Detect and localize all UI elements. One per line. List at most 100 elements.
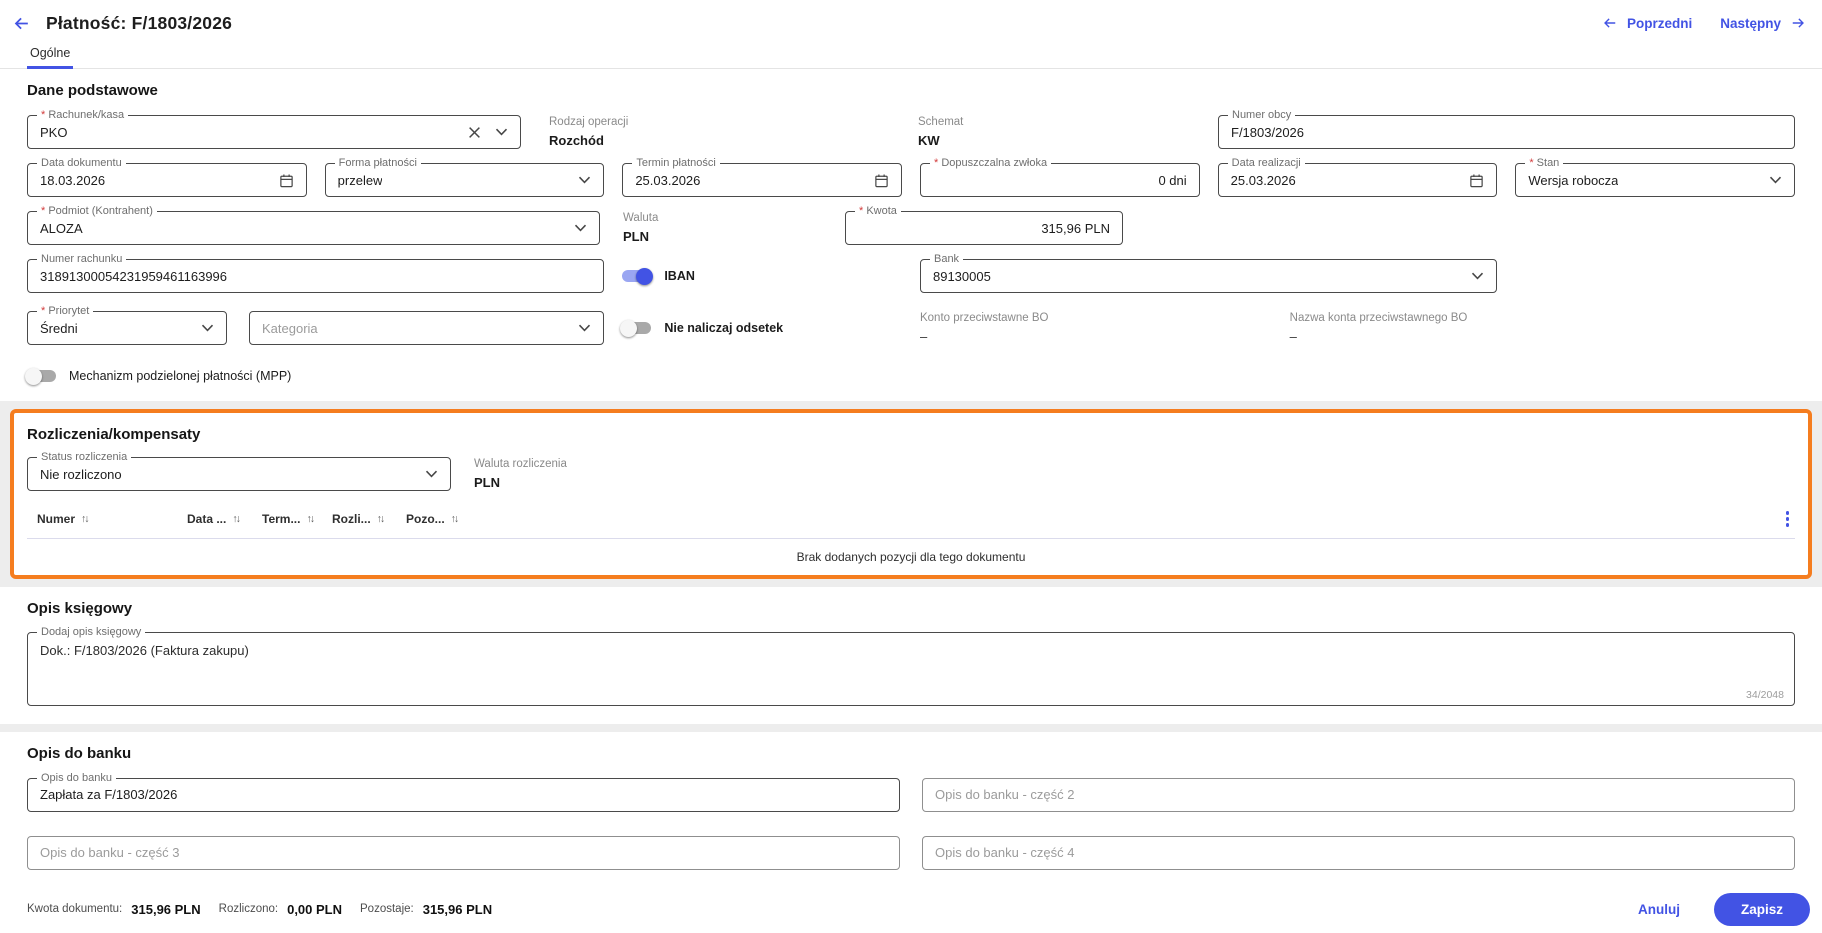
opis-ksiegowy-textarea[interactable]: Dodaj opis księgowy Dok.: F/1803/2026 (F… [27,624,1795,706]
podmiot-select[interactable]: Podmiot (Kontrahent) ALOZA [27,204,600,245]
bank-select[interactable]: Bank 89130005 [919,252,1498,293]
kwota-input[interactable]: Kwota 315,96 PLN [845,204,1123,245]
arrow-right-icon [1790,16,1806,30]
column-header-data[interactable]: Data ... ↑↓ [187,512,262,526]
numer-rachunku-input[interactable]: Numer rachunku 3189130005423195946116399… [27,252,605,293]
opis-do-banku-czesc-4-input[interactable] [922,835,1795,870]
chevron-down-icon [1471,272,1484,280]
section-title: Dane podstawowe [27,82,158,99]
opis-do-banku-czesc-2-input[interactable] [922,777,1795,812]
form-row: Priorytet Średni Kategoria [27,304,1795,345]
form-row: Status rozliczenia Nie rozliczono Waluta… [27,450,1795,491]
chevron-down-icon [578,324,591,332]
mpp-toggle[interactable]: Mechanizm podzielonej płatności (MPP) [25,367,291,385]
section-title: Opis do banku [27,744,132,762]
empty-table-message: Brak dodanych pozycji dla tego dokumentu [796,549,1026,564]
kategoria-select[interactable]: Kategoria [249,311,605,345]
page-title: Płatność: F/1803/2026 [46,12,233,33]
next-record-button[interactable]: Następny [1720,16,1806,31]
char-counter: 34/2048 [1746,688,1784,701]
kebab-menu-icon[interactable] [1780,509,1796,529]
form-row: Data dokumentu 18.03.2026 Forma płatnośc… [27,156,1795,197]
nazwa-konta-readonly: Nazwa konta przeciwstawnego BO – [1289,312,1468,344]
stan-select[interactable]: Stan Wersja robocza [1515,156,1795,197]
back-button[interactable] [10,12,32,34]
next-label: Następny [1720,15,1781,31]
field-label: Stan [1525,156,1564,170]
toggle-off-icon [620,319,652,337]
field-label: Dodaj opis księgowy [37,624,146,639]
tab-bar: Ogólne [0,38,1822,69]
dopuszczalna-zwloka-input[interactable]: Dopuszczalna zwłoka 0 dni [919,156,1200,197]
waluta-rozliczenia-readonly: Waluta rozliczenia PLN [474,458,567,490]
section-opis-do-banku: Opis do banku Opis do banku Zapłata za F… [0,731,1822,885]
rachunek-kasa-select[interactable]: Rachunek/kasa PKO [27,108,521,149]
priorytet-select[interactable]: Priorytet Średni [27,304,227,345]
calendar-icon [874,173,889,188]
cancel-button[interactable]: Anuluj [1638,902,1680,917]
pozostaje-value: 315,96 PLN [422,901,493,917]
column-header-numer[interactable]: Numer ↑↓ [37,512,187,526]
field-label: Status rozliczenia [37,450,132,464]
column-header-rozliczono[interactable]: Rozli... ↑↓ [332,512,406,526]
status-rozliczenia-select[interactable]: Status rozliczenia Nie rozliczono [27,450,451,491]
kwota-dokumentu-value: 315,96 PLN [131,901,201,917]
kwota-dokumentu-label: Kwota dokumentu: [27,903,123,915]
previous-record-button[interactable]: Poprzedni [1602,16,1692,31]
section-title: Opis księgowy [27,599,133,617]
sort-icon: ↑↓ [306,512,314,525]
field-label: Podmiot (Kontrahent) [37,204,157,218]
toggle-on-icon [622,267,654,285]
form-row: Podmiot (Kontrahent) ALOZA Waluta PLN Kw… [27,204,1795,245]
field-label: Dopuszczalna zwłoka [929,156,1052,170]
column-header-termin[interactable]: Term... ↑↓ [262,512,332,526]
field-label: Numer rachunku [37,252,127,266]
rozliczono-value: 0,00 PLN [287,901,343,917]
section-opis-ksiegowy: Opis księgowy Dodaj opis księgowy Dok.: … [0,586,1822,724]
field-label: Termin płatności [632,156,720,170]
field-label: Rachunek/kasa [37,108,129,122]
clear-icon[interactable] [468,126,481,139]
section-rozliczenia-kompensaty: Rozliczenia/kompensaty Status rozliczeni… [10,409,1812,579]
field-label: Bank [929,252,964,266]
data-dokumentu-datepicker[interactable]: Data dokumentu 18.03.2026 [27,156,307,197]
section-dane-podstawowe: Dane podstawowe Rachunek/kasa PKO [0,69,1822,401]
waluta-readonly: Waluta PLN [623,212,659,244]
chevron-down-icon [425,470,438,478]
form-row: Rachunek/kasa PKO Rodzaj operacji Rozchó… [27,108,1795,149]
opis-do-banku-czesc-3-input[interactable] [27,835,900,870]
settlements-table-header: Numer ↑↓ Data ... ↑↓ Term... ↑↓ Rozli...… [27,509,1795,539]
field-label: Kwota [855,204,901,218]
chevron-down-icon [574,224,587,232]
chevron-down-icon [578,176,591,184]
totals-summary: Kwota dokumentu: 315,96 PLN Rozliczono: … [27,902,492,917]
column-header-pozostaje[interactable]: Pozo... ↑↓ [406,512,459,526]
bottom-action-bar: Kwota dokumentu: 315,96 PLN Rozliczono: … [0,885,1822,933]
arrow-left-icon [1602,16,1618,30]
opis-do-banku-input[interactable]: Opis do banku Zapłata za F/1803/2026 [27,770,900,812]
toggle-off-icon [25,367,56,385]
calendar-icon [1469,173,1484,188]
save-button[interactable]: Zapisz [1713,892,1810,926]
data-realizacji-datepicker[interactable]: Data realizacji 25.03.2026 [1217,156,1498,197]
sort-icon: ↑↓ [81,512,89,525]
numer-obcy-input[interactable]: Numer obcy F/1803/2026 [1218,108,1795,149]
termin-platnosci-datepicker[interactable]: Termin płatności 25.03.2026 [622,156,902,197]
tab-ogolne[interactable]: Ogólne [27,41,74,69]
field-label: Forma płatności [334,156,421,170]
forma-platnosci-select[interactable]: Forma płatności przelew [324,156,605,197]
form-row: Mechanizm podzielonej płatności (MPP) [25,367,1795,385]
rozliczono-label: Rozliczono: [218,903,279,915]
payment-detail-page: Płatność: F/1803/2026 Poprzedni Następny… [0,0,1822,933]
konto-przeciwstawne-readonly: Konto przeciwstawne BO – [919,312,1049,344]
field-label: Data dokumentu [37,156,126,170]
chevron-down-icon [1769,176,1782,184]
sort-icon: ↑↓ [376,512,385,525]
section-title: Rozliczenia/kompensaty [27,426,201,443]
chevron-down-icon [495,128,508,136]
nie-naliczaj-odsetek-toggle[interactable]: Nie naliczaj odsetek [620,311,902,345]
field-label: Numer obcy [1228,108,1296,122]
rodzaj-operacji-readonly: Rodzaj operacji Rozchód [549,116,629,148]
iban-toggle[interactable]: IBAN [622,259,902,293]
field-label: Priorytet [37,304,94,318]
